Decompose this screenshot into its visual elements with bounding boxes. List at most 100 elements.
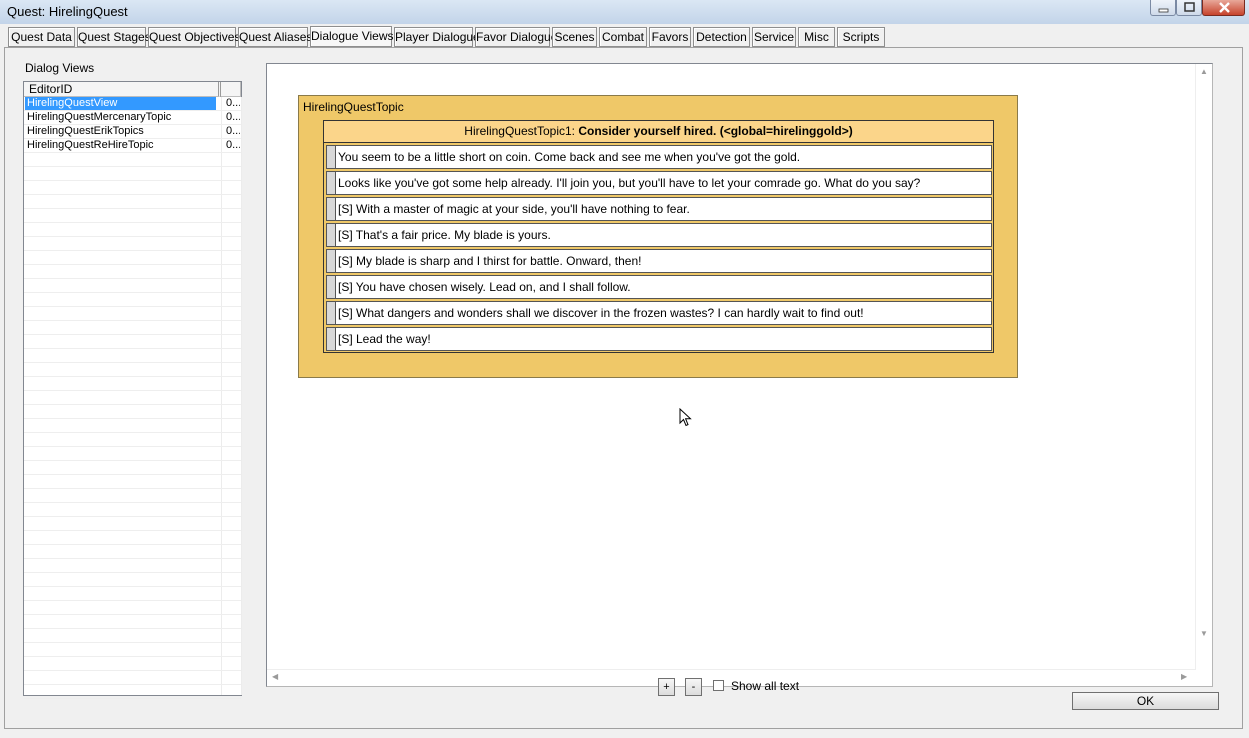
empty-row (24, 601, 241, 615)
maximize-button[interactable] (1176, 0, 1202, 16)
tab-dialogue-views[interactable]: Dialogue Views (310, 26, 394, 48)
scroll-up-icon[interactable]: ▲ (1200, 68, 1208, 76)
tab-service[interactable]: Service (752, 27, 796, 47)
tab-quest-objectives[interactable]: Quest Objectives (148, 27, 240, 47)
dialog-views-label: Dialog Views (25, 61, 95, 75)
empty-row (24, 433, 241, 447)
list-item-editorid: HirelingQuestErikTopics (27, 125, 144, 137)
empty-row (24, 643, 241, 657)
empty-row (24, 419, 241, 433)
topic-header-id: HirelingQuestTopic1: (464, 124, 575, 138)
empty-row (24, 279, 241, 293)
show-all-text-checkbox[interactable] (713, 680, 724, 691)
empty-row (24, 503, 241, 517)
tab-scripts[interactable]: Scripts (837, 27, 885, 47)
empty-row (24, 377, 241, 391)
zoom-out-button[interactable]: - (685, 678, 702, 696)
empty-row (24, 587, 241, 601)
response-node[interactable]: [S] That's a fair price. My blade is you… (326, 223, 992, 247)
topic-group-box[interactable]: HirelingQuestTopic HirelingQuestTopic1: … (298, 95, 1018, 378)
tab-quest-data[interactable]: Quest Data (8, 27, 75, 47)
response-handle[interactable] (327, 276, 336, 298)
tab-quest-aliases[interactable]: Quest Aliases (238, 27, 312, 47)
mouse-cursor-icon (679, 408, 692, 427)
empty-row (24, 321, 241, 335)
topic-header[interactable]: HirelingQuestTopic1: Consider yourself h… (324, 121, 993, 143)
empty-row (24, 671, 241, 685)
list-item-editorid: HirelingQuestView (25, 97, 216, 110)
response-text: [S] With a master of magic at your side,… (338, 202, 690, 216)
empty-row (24, 265, 241, 279)
empty-row (24, 335, 241, 349)
topic-node[interactable]: HirelingQuestTopic1: Consider yourself h… (323, 120, 994, 353)
empty-row (24, 657, 241, 671)
list-item[interactable]: HirelingQuestMercenaryTopic 0... (24, 111, 241, 125)
list-item-value: 0... (226, 139, 240, 151)
list-item[interactable]: HirelingQuestView 0... (24, 97, 241, 111)
tab-combat[interactable]: Combat (599, 27, 647, 47)
empty-row (24, 573, 241, 587)
list-item[interactable]: HirelingQuestErikTopics 0... (24, 125, 241, 139)
topic-header-text: Consider yourself hired. (<global=hireli… (578, 124, 853, 138)
empty-row (24, 475, 241, 489)
tab-player-dialogue[interactable]: Player Dialogue (394, 27, 480, 47)
list-item[interactable]: HirelingQuestReHireTopic 0... (24, 139, 241, 153)
response-handle[interactable] (327, 302, 336, 324)
tab-detection[interactable]: Detection (693, 27, 750, 47)
tab-favor-dialogue[interactable]: Favor Dialogue (475, 27, 557, 47)
response-node[interactable]: [S] What dangers and wonders shall we di… (326, 301, 992, 325)
dialogue-view-canvas[interactable]: HirelingQuestTopic HirelingQuestTopic1: … (266, 63, 1213, 687)
response-node[interactable]: [S] Lead the way! (326, 327, 992, 351)
minimize-button[interactable] (1150, 0, 1176, 16)
empty-row (24, 237, 241, 251)
empty-row (24, 293, 241, 307)
ok-button[interactable]: OK (1072, 692, 1219, 710)
empty-row (24, 545, 241, 559)
scroll-right-icon[interactable]: ▶ (1181, 673, 1187, 681)
close-icon (1219, 2, 1230, 13)
response-node[interactable]: You seem to be a little short on coin. C… (326, 145, 992, 169)
response-text: [S] You have chosen wisely. Lead on, and… (338, 280, 631, 294)
tab-scenes[interactable]: Scenes (552, 27, 597, 47)
response-handle[interactable] (327, 224, 336, 246)
show-all-text-label[interactable]: Show all text (731, 679, 799, 693)
column-header-editorid[interactable]: EditorID (24, 82, 221, 97)
response-handle[interactable] (327, 198, 336, 220)
empty-row (24, 209, 241, 223)
list-item-value: 0... (226, 111, 240, 123)
response-handle[interactable] (327, 250, 336, 272)
scroll-down-icon[interactable]: ▼ (1200, 630, 1208, 638)
list-item-editorid: HirelingQuestMercenaryTopic (27, 111, 172, 123)
column-header-2[interactable] (221, 82, 241, 97)
tab-favors[interactable]: Favors (649, 27, 691, 47)
response-handle[interactable] (327, 328, 336, 350)
minimize-icon (1158, 8, 1169, 13)
empty-row (24, 531, 241, 545)
empty-row (24, 363, 241, 377)
maximize-icon (1184, 2, 1195, 12)
topic-group-title: HirelingQuestTopic (303, 100, 404, 114)
response-node[interactable]: [S] With a master of magic at your side,… (326, 197, 992, 221)
empty-row (24, 195, 241, 209)
scroll-left-icon[interactable]: ◀ (272, 673, 278, 681)
response-node[interactable]: [S] My blade is sharp and I thirst for b… (326, 249, 992, 273)
vertical-scrollbar[interactable]: ▲ ▼ (1195, 64, 1212, 670)
close-button[interactable] (1202, 0, 1245, 16)
response-handle[interactable] (327, 172, 336, 194)
zoom-in-button[interactable]: + (658, 678, 675, 696)
response-node[interactable]: Looks like you've got some help already.… (326, 171, 992, 195)
empty-row (24, 223, 241, 237)
empty-row (24, 517, 241, 531)
title-bar: Quest: HirelingQuest (0, 0, 1249, 25)
response-text: [S] What dangers and wonders shall we di… (338, 306, 864, 320)
response-handle[interactable] (327, 146, 336, 168)
response-text: [S] My blade is sharp and I thirst for b… (338, 254, 642, 268)
tab-misc[interactable]: Misc (798, 27, 835, 47)
tab-quest-stages[interactable]: Quest Stages (77, 27, 151, 47)
response-text: You seem to be a little short on coin. C… (338, 150, 801, 164)
dialog-views-list[interactable]: EditorID HirelingQuestView 0... HirelingQu… (23, 81, 242, 699)
column-divider (241, 97, 242, 695)
response-node[interactable]: [S] You have chosen wisely. Lead on, and… (326, 275, 992, 299)
list-item-value: 0... (226, 125, 240, 137)
empty-row (24, 251, 241, 265)
